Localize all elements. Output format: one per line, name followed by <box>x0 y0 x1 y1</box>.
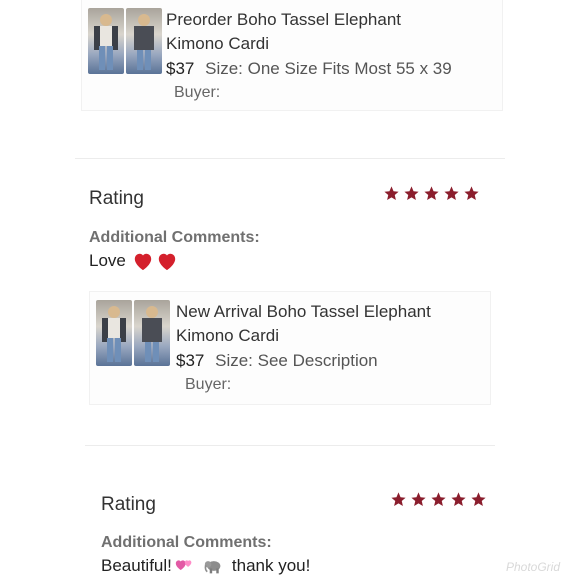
order-card-2[interactable]: New Arrival Boho Tassel Elephant Kimono … <box>90 292 490 404</box>
rating-label: Rating <box>89 188 144 209</box>
comment-body: Beautiful! <box>101 556 172 575</box>
heart-icon <box>158 253 176 271</box>
rating-label: Rating <box>101 494 156 515</box>
product-thumbnails[interactable] <box>96 300 170 366</box>
watermark: PhotoGrid <box>505 560 560 574</box>
product-photo-front <box>96 300 132 366</box>
product-photo-back <box>134 300 170 366</box>
order-card-1[interactable]: Preorder Boho Tassel Elephant Kimono Car… <box>82 0 502 110</box>
star-icon <box>384 186 399 201</box>
product-title-line2: Kimono Cardi <box>166 34 269 53</box>
divider <box>75 158 505 159</box>
star-icon <box>451 492 466 507</box>
buyer-label: Buyer: <box>185 376 232 393</box>
star-icon <box>431 492 446 507</box>
star-rating <box>383 185 480 202</box>
comment-tail: thank you! <box>231 556 311 575</box>
star-icon <box>464 186 479 201</box>
size-text: Size: See Description <box>215 351 378 370</box>
size-text: Size: One Size Fits Most 55 x 39 <box>205 59 452 78</box>
star-icon <box>444 186 459 201</box>
product-thumbnails[interactable] <box>88 8 162 74</box>
product-title[interactable]: New Arrival Boho Tassel Elephant Kimono … <box>176 300 486 348</box>
elephant-icon <box>204 561 221 574</box>
comment-body: Love <box>89 251 126 270</box>
price: $37 <box>166 59 195 78</box>
price-size-line: $37 Size: See Description <box>176 351 378 371</box>
price-size-line: $37 Size: One Size Fits Most 55 x 39 <box>166 59 452 79</box>
comment-text: Beautiful! thank you! <box>101 556 310 576</box>
product-title-line2: Kimono Cardi <box>176 326 279 345</box>
star-icon <box>404 186 419 201</box>
product-title[interactable]: Preorder Boho Tassel Elephant Kimono Car… <box>166 8 496 56</box>
comment-text: Love <box>89 251 178 271</box>
star-icon <box>471 492 486 507</box>
product-title-line1: New Arrival Boho Tassel Elephant <box>176 302 431 321</box>
two-hearts-icon <box>175 560 192 571</box>
additional-comments-label: Additional Comments: <box>89 229 260 246</box>
star-rating <box>390 491 487 508</box>
buyer-label: Buyer: <box>174 84 221 101</box>
product-photo-back <box>126 8 162 74</box>
star-icon <box>411 492 426 507</box>
star-icon <box>424 186 439 201</box>
additional-comments-label: Additional Comments: <box>101 534 272 551</box>
star-icon <box>391 492 406 507</box>
price: $37 <box>176 351 205 370</box>
product-title-line1: Preorder Boho Tassel Elephant <box>166 10 402 29</box>
divider <box>85 445 495 446</box>
heart-icon <box>134 253 152 271</box>
product-photo-front <box>88 8 124 74</box>
